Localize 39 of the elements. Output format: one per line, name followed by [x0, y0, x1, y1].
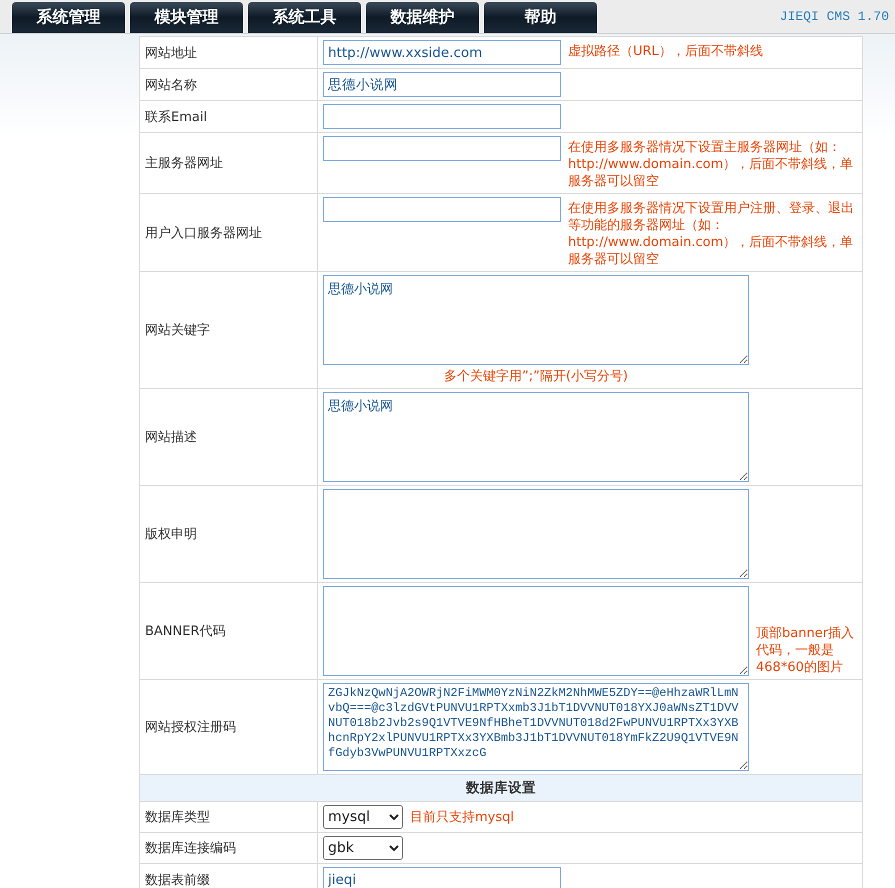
field-label: 网站名称 [145, 78, 197, 92]
section-header: 数据库设置 [140, 774, 862, 802]
field-label: 数据库类型 [145, 810, 210, 825]
nav-tab[interactable]: 系统管理 [12, 2, 125, 33]
hint-text: 在使用多服务器情况下设置用户注册、登录、退出等功能的服务器网址（如：http://www.domain.com），后面不带斜线，单服务器可以留空 [568, 200, 855, 268]
hint-text: 顶部banner插入代码，一般是468*60的图片 [756, 625, 856, 676]
nav-tab[interactable]: 数据维护 [366, 2, 479, 33]
field-label: 联系Email [145, 110, 208, 124]
dropdown[interactable]: gbk [323, 836, 403, 860]
field-label: 用户入口服务器网址 [145, 226, 262, 240]
nav-tab[interactable]: 帮助 [484, 2, 597, 33]
text-field[interactable]: http://www.xxside.com [323, 40, 561, 65]
text-field[interactable] [323, 136, 561, 161]
text-field[interactable] [323, 197, 561, 222]
code-text-area[interactable]: ZGJkNzQwNjA2OWRjN2FiMWM0YzNiN2ZkM2NhMWE5ZDY==@eHhzaWRlLmNvbQ===@c3lzdGVtPUNVU1RPTXxmb3J1bT1DVVNUT018YXJ0aWNsZT1DVVNUT018b2Jvb2s9Q1VTVE9NfHBheT1DVVNUT018d2FwPUNVU1RPTXx3YXBhcnRpY2xlPUNVU1RPTXx3YXBmb3J1bT1DVVNUT018YmFkZ2U9Q1VTVE9NfGdyb3VwPUNVU1RPTXxzcG [323, 683, 749, 771]
hint-text: 目前只支持mysql [410, 808, 515, 826]
text-field[interactable]: jieqi [323, 867, 561, 888]
field-label: 网站描述 [145, 430, 197, 445]
field-label: 数据表前缀 [145, 872, 210, 888]
nav-tab[interactable]: 模块管理 [130, 2, 243, 33]
field-label: 版权申明 [145, 527, 197, 542]
hint-text: 多个关键字用”;”隔开(小写分号) [443, 368, 629, 385]
field-label: 网站授权注册码 [145, 720, 236, 735]
hint-text: 虚拟路径（URL），后面不带斜线 [568, 43, 764, 60]
text-field[interactable] [323, 104, 561, 129]
text-area[interactable] [323, 586, 749, 676]
nav-tab[interactable]: 系统工具 [248, 2, 361, 33]
field-label: 网站关键字 [145, 323, 210, 338]
text-area[interactable] [323, 489, 749, 579]
field-label: BANNER代码 [145, 624, 226, 639]
field-label: 数据库连接编码 [145, 841, 236, 856]
text-area[interactable]: 思德小说网 [323, 392, 749, 482]
text-field[interactable]: 思德小说网 [323, 72, 561, 97]
field-label: 网站地址 [145, 46, 197, 60]
text-area[interactable]: 思德小说网 [323, 275, 749, 365]
version-label: JIEQI CMS 1.70 [780, 9, 889, 24]
hint-text: 在使用多服务器情况下设置主服务器网址（如：http://www.domain.com），后面不带斜线，单服务器可以留空 [568, 139, 854, 190]
dropdown[interactable]: mysql [323, 805, 403, 829]
field-label: 主服务器网址 [145, 156, 223, 171]
